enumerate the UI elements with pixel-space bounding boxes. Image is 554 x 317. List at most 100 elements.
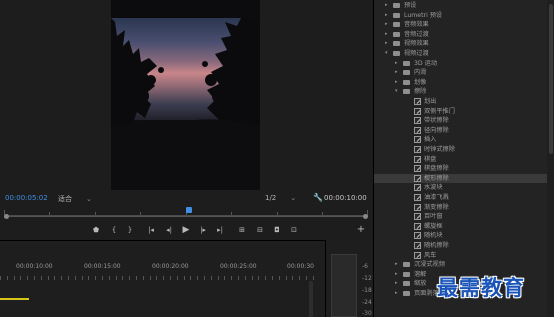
playhead[interactable] — [186, 207, 192, 213]
transition-effect-icon — [414, 117, 421, 125]
fit-dropdown[interactable]: 适合 ⌄ — [58, 194, 92, 204]
effect-label: 预设 — [404, 2, 417, 9]
folder-icon — [393, 22, 400, 28]
effects-folder[interactable]: ▸ 沉浸式视频 — [374, 260, 554, 269]
effect-item[interactable]: 棋盘擦除 — [374, 164, 554, 173]
button-editor-icon[interactable]: ⊡ — [288, 224, 300, 236]
scrollbar-start-handle[interactable] — [4, 214, 9, 219]
mark-out-icon[interactable]: } — [124, 224, 136, 236]
effect-item[interactable]: 双侧平推门 — [374, 107, 554, 116]
chevron-right-icon[interactable]: ▸ — [395, 260, 398, 269]
effect-item[interactable]: 楔形擦除 — [374, 173, 554, 183]
transition-effect-icon — [414, 155, 421, 163]
scrollbar-thumb[interactable] — [549, 4, 553, 154]
transition-effect-icon — [414, 136, 421, 144]
effect-label: 双侧平推门 — [424, 107, 455, 115]
effect-label: 水波块 — [424, 184, 443, 192]
effect-label: 时钟式擦除 — [424, 146, 455, 153]
effects-scrollbar[interactable] — [547, 0, 554, 317]
effect-item[interactable]: 随机块 — [374, 231, 554, 240]
insert-icon[interactable]: ⊞ — [236, 224, 248, 236]
mark-in-icon[interactable]: { — [108, 224, 120, 236]
effects-folder[interactable]: ▸ 音频效果 — [374, 20, 554, 29]
chevron-right-icon[interactable]: ▸ — [395, 68, 398, 77]
chevron-right-icon[interactable]: ▸ — [385, 30, 388, 39]
video-preview[interactable] — [111, 0, 260, 190]
effects-folder[interactable]: ▸ 3D 运动 — [374, 59, 554, 68]
go-to-in-icon[interactable]: |◂ — [145, 224, 157, 236]
effect-item[interactable]: 螺旋框 — [374, 222, 554, 231]
fit-value: 适合 — [58, 195, 72, 203]
step-back-icon[interactable]: ◂| — [163, 224, 175, 236]
chevron-right-icon[interactable]: ▸ — [385, 20, 388, 29]
chevron-right-icon[interactable]: ▸ — [385, 11, 388, 20]
timeline-scrollbar[interactable] — [309, 281, 313, 317]
timeline-ruler[interactable]: 00:00:10:00 00:00:15:00 00:00:20:00 00:0… — [0, 263, 320, 300]
ruler-label: 00:00:30 — [287, 263, 314, 270]
effects-folder[interactable]: ▸ Lumetri 预设 — [374, 11, 554, 20]
add-marker-icon[interactable]: ⬟ — [90, 224, 102, 236]
effect-label: 视频效果 — [404, 40, 429, 48]
meter-bar — [331, 254, 357, 317]
chevron-right-icon[interactable]: ▸ — [385, 1, 388, 10]
chevron-right-icon[interactable]: ▸ — [395, 279, 398, 288]
chevron-right-icon[interactable]: ▸ — [395, 78, 398, 87]
folder-icon — [403, 281, 410, 287]
effect-label: 楔形擦除 — [424, 174, 449, 182]
current-timecode[interactable]: 00:00:05:02 — [5, 194, 48, 202]
folder-icon — [403, 60, 410, 66]
folder-icon — [393, 41, 400, 47]
play-icon[interactable]: ▶ — [180, 224, 192, 236]
monitor-zoom-scrollbar[interactable] — [4, 214, 368, 219]
add-icon[interactable]: + — [355, 224, 367, 236]
chevron-down-icon[interactable]: ▾ — [385, 49, 388, 58]
folder-icon — [403, 291, 410, 296]
monitor-info-bar: 00:00:05:02 适合 ⌄ 1/2 ⌄ 🔧 00:00:10:00 — [0, 192, 373, 204]
work-area-bar[interactable] — [0, 298, 29, 300]
effect-item[interactable]: 时钟式擦除 — [374, 145, 554, 154]
effect-item[interactable]: 径向擦除 — [374, 126, 554, 135]
effects-folder[interactable]: ▾ 视频过渡 — [374, 49, 554, 58]
effect-label: 百叶窗 — [424, 213, 443, 221]
effect-item[interactable]: 百叶窗 — [374, 212, 554, 221]
effects-folder[interactable]: ▾ 擦除 — [374, 87, 554, 96]
folder-icon — [403, 262, 410, 268]
effect-item[interactable]: 随机擦除 — [374, 241, 554, 250]
effect-label: 划出 — [424, 98, 437, 105]
effects-folder[interactable]: ▸ 划像 — [374, 78, 554, 87]
effect-label: 棋盘 — [424, 155, 437, 163]
scrollbar-track — [4, 216, 368, 217]
folder-icon — [393, 51, 400, 56]
folder-icon — [403, 70, 410, 76]
effect-item[interactable]: 风车 — [374, 251, 554, 260]
effects-folder[interactable]: ▸ 内滑 — [374, 68, 554, 77]
export-frame-icon[interactable]: ◘ — [271, 224, 283, 236]
overwrite-icon[interactable]: ⊟ — [254, 224, 266, 236]
program-monitor: 00:00:05:02 适合 ⌄ 1/2 ⌄ 🔧 00:00:10:00 ⬟ { }… — [0, 0, 373, 240]
effect-item[interactable]: 带状擦除 — [374, 116, 554, 125]
effect-item[interactable]: 渐变擦除 — [374, 203, 554, 212]
chevron-down-icon[interactable]: ▾ — [395, 87, 398, 96]
chevron-down-icon: ⌄ — [86, 195, 92, 203]
effects-folder[interactable]: ▸ 预设 — [374, 1, 554, 10]
effect-item[interactable]: 水波块 — [374, 183, 554, 192]
effect-item[interactable]: 划出 — [374, 97, 554, 106]
effects-folder[interactable]: ▸ 音频过渡 — [374, 30, 554, 39]
transition-effect-icon — [414, 184, 421, 192]
effect-item[interactable]: 插入 — [374, 135, 554, 144]
effects-folder[interactable]: ▸ 视频效果 — [374, 39, 554, 48]
chevron-right-icon[interactable]: ▸ — [385, 39, 388, 48]
effects-panel: ▸ 预设 ▸ Lumetri 预设 ▸ 音频效果 ▸ 音频过渡 ▸ 视频效果 ▾ 视频过渡 ▸ 3D 运动… — [373, 0, 554, 317]
settings-wrench-icon[interactable]: 🔧 — [313, 193, 323, 202]
chevron-right-icon[interactable]: ▸ — [395, 270, 398, 279]
resolution-dropdown[interactable]: 1/2 ⌄ — [265, 194, 296, 202]
scrollbar-end-handle[interactable] — [363, 214, 368, 219]
chevron-right-icon[interactable]: ▸ — [395, 59, 398, 68]
transition-effect-icon — [414, 194, 421, 201]
effect-item[interactable]: 油漆飞溅 — [374, 193, 554, 202]
step-forward-icon[interactable]: |▸ — [197, 224, 209, 236]
effect-label: 缩放 — [414, 280, 427, 288]
chevron-right-icon[interactable]: ▸ — [395, 289, 398, 298]
go-to-out-icon[interactable]: ▸| — [214, 224, 226, 236]
effect-item[interactable]: 棋盘 — [374, 155, 554, 164]
